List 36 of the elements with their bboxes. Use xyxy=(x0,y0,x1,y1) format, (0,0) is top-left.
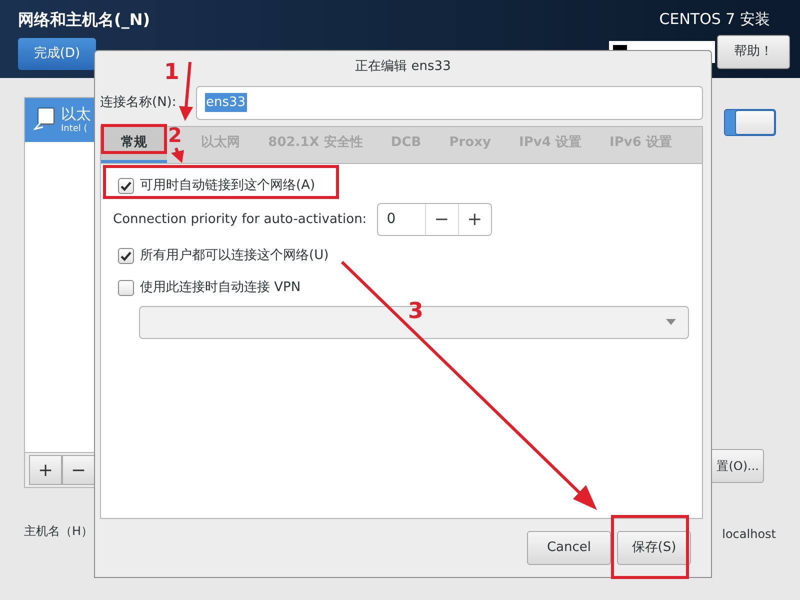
page-title: 网络和主机名(_N) xyxy=(18,9,150,31)
checkbox-label: 使用此连接时自动连接 VPN xyxy=(140,280,301,296)
add-button[interactable]: + xyxy=(29,455,62,485)
checkbox-label: 所有用户都可以连接这个网络(U) xyxy=(140,248,329,264)
annotation-number: 3 xyxy=(408,298,424,326)
annotation-arrow xyxy=(179,62,193,121)
checkbox[interactable] xyxy=(118,248,134,264)
annotation-number: 2 xyxy=(168,124,182,146)
save-button[interactable]: 保存(S) xyxy=(617,531,691,565)
priority-spinner[interactable]: 0 − + xyxy=(376,203,492,236)
priority-label: Connection priority for auto-activation: xyxy=(113,210,367,229)
hostname-label: 主机名（H） xyxy=(24,523,94,540)
priority-value: 0 xyxy=(386,210,397,229)
checkbox[interactable] xyxy=(118,280,134,296)
check-icon xyxy=(120,180,132,192)
hostname-value: localhost xyxy=(722,526,776,543)
done-button[interactable]: 完成(D) xyxy=(18,38,96,70)
connection-detail: Intel ( xyxy=(61,123,88,135)
connection-name: 以太 xyxy=(61,105,91,123)
connection-switch[interactable] xyxy=(724,109,776,136)
annotation-number: 1 xyxy=(164,59,180,87)
annotation-arrow xyxy=(171,148,184,163)
check-icon xyxy=(120,250,132,262)
increment-button[interactable]: + xyxy=(458,204,491,235)
connection-name-value: ens33 xyxy=(205,92,247,112)
checkbox-label: 可用时自动链接到这个网络(A) xyxy=(140,178,316,194)
annotation-box xyxy=(101,124,167,154)
checkbox[interactable] xyxy=(118,178,134,194)
product-title: CENTOS 7 安装 xyxy=(659,9,770,30)
remove-button[interactable]: − xyxy=(62,455,95,485)
decrement-button[interactable]: − xyxy=(424,204,458,235)
connection-name-label: 连接名称(N): xyxy=(100,94,178,112)
help-button[interactable]: 帮助！ xyxy=(717,34,790,68)
cancel-button[interactable]: Cancel xyxy=(527,531,611,565)
dropdown-caret-icon xyxy=(666,319,676,325)
dialog-title: 正在编辑 ens33 xyxy=(355,58,451,76)
